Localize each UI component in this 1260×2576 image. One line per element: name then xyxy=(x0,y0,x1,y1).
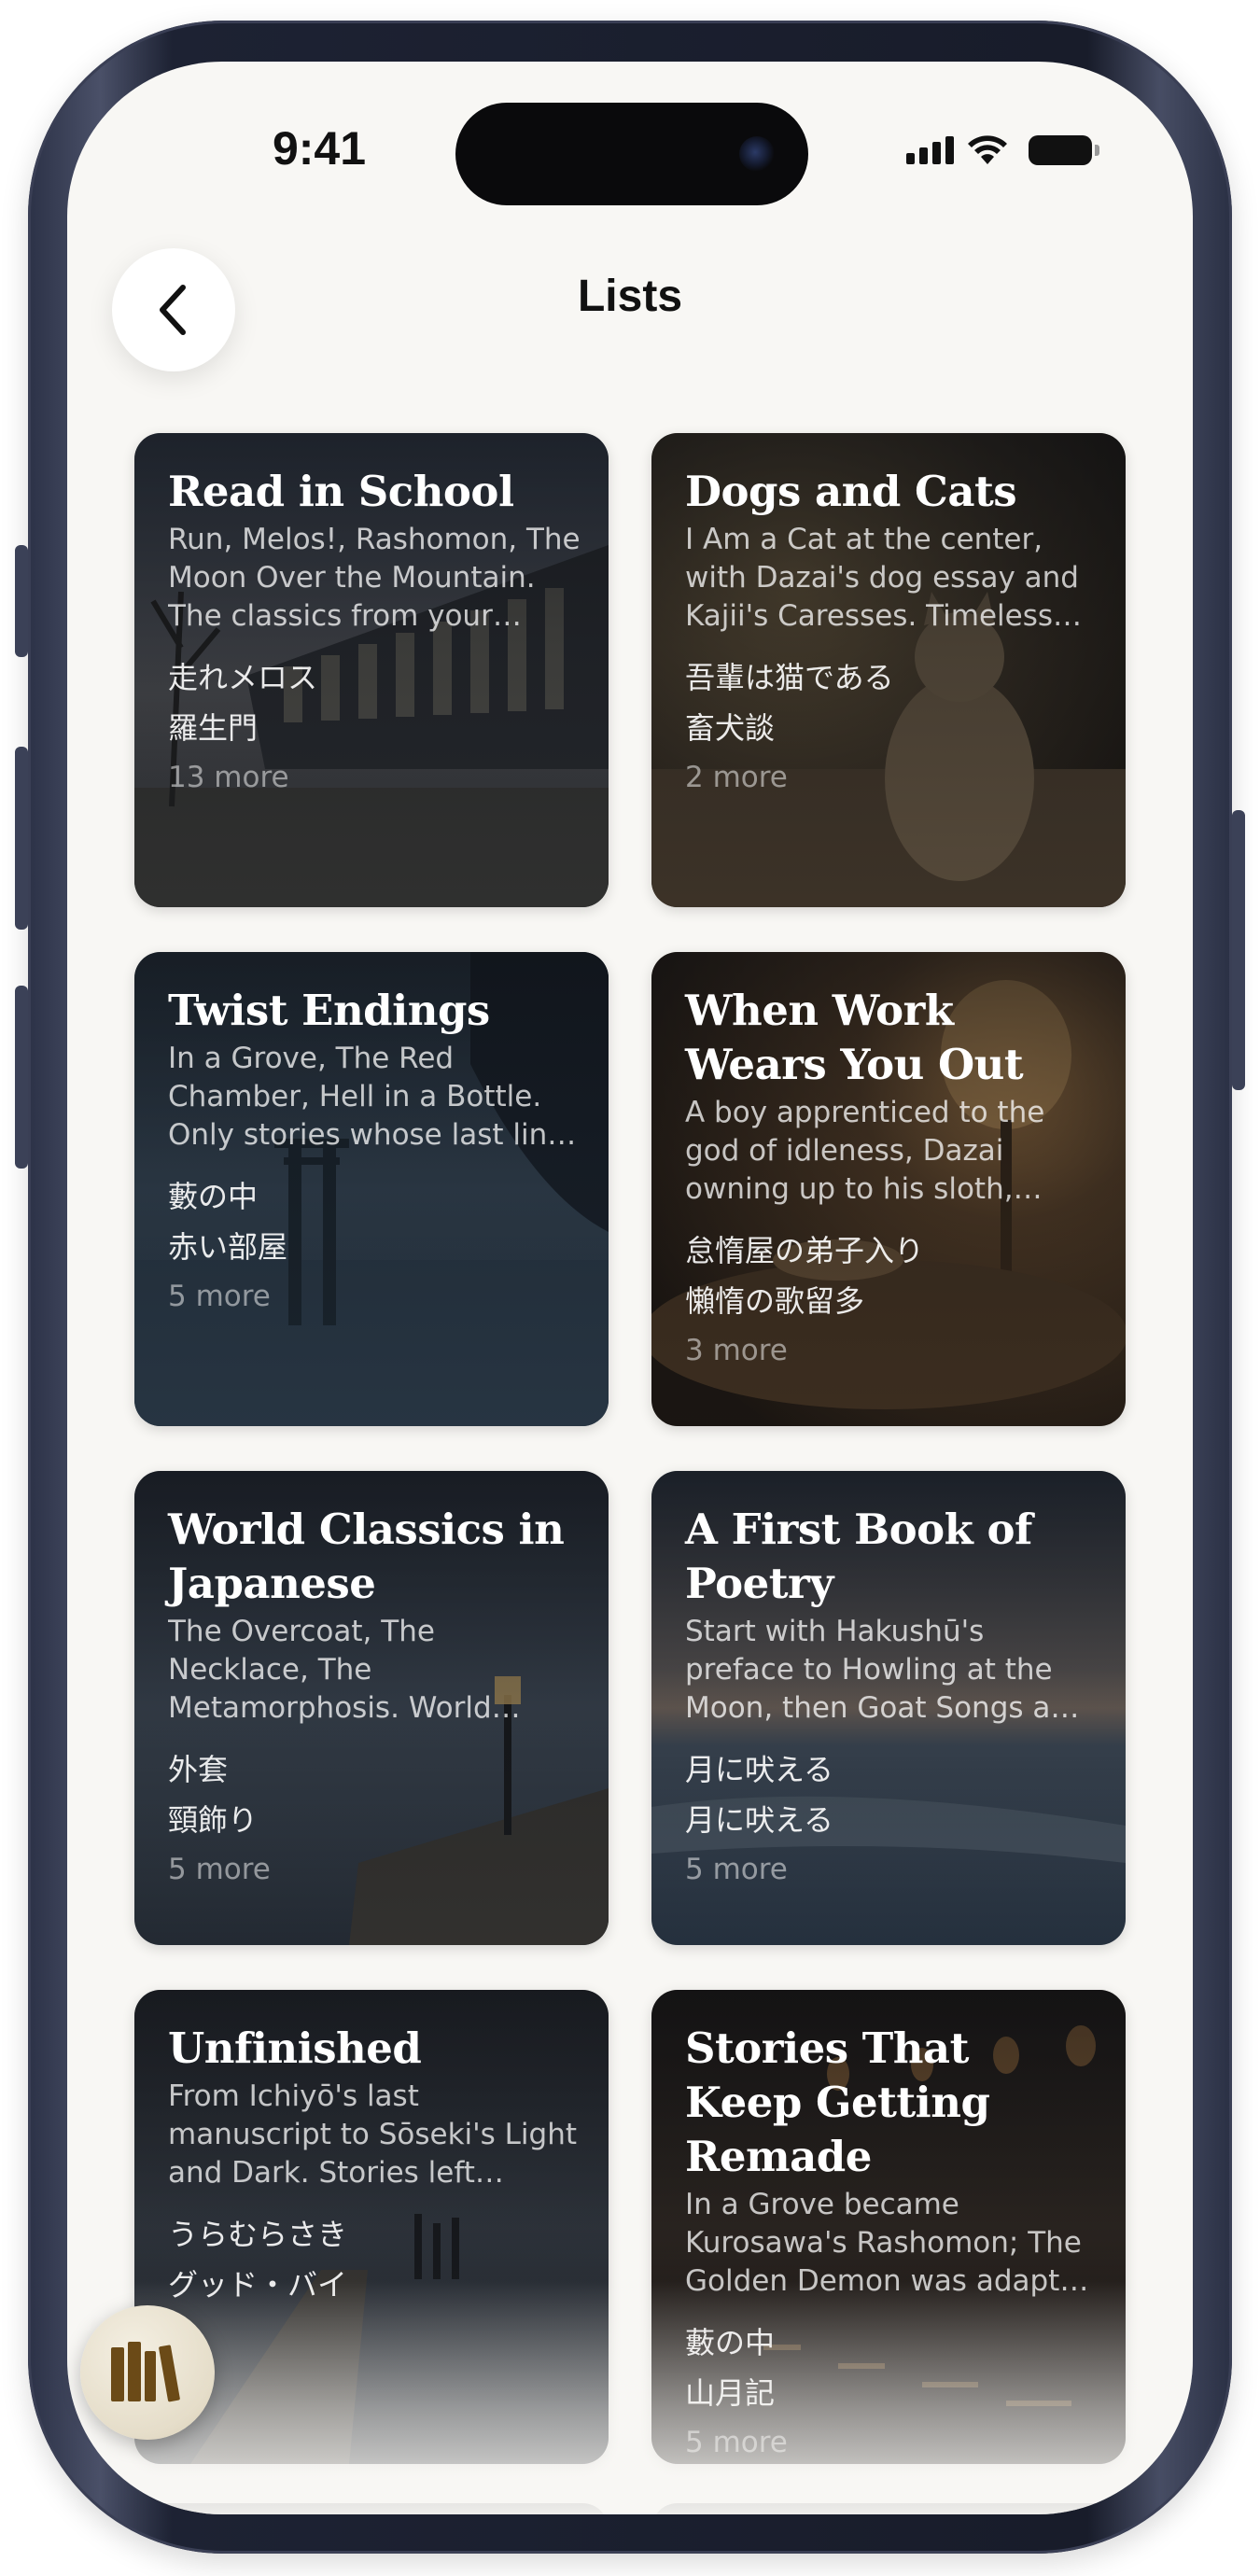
list-description: Start with Hakushū's preface to Howling … xyxy=(685,1615,1087,1725)
list-book: 月に吠える xyxy=(685,1752,834,1787)
list-book: 外套 xyxy=(168,1752,229,1787)
list-book: 怠惰屋の弟子入り xyxy=(685,1233,925,1268)
volume-down-button xyxy=(15,986,28,1169)
list-book: グッド・バイ xyxy=(168,2267,348,2303)
list-book: うらむらさき xyxy=(168,2217,348,2252)
wifi-icon xyxy=(968,135,1007,164)
volume-up-button xyxy=(15,747,28,930)
list-description: From Ichiyō's last manuscript to Sōseki'… xyxy=(168,2079,578,2190)
list-more-count: 3 more xyxy=(685,1334,788,1367)
battery-icon xyxy=(1029,135,1099,165)
list-description: Run, Melos!, Rashomon, The Moon Over the… xyxy=(168,523,581,633)
dynamic-island xyxy=(455,103,808,205)
front-camera xyxy=(739,136,775,172)
list-book: 山月記 xyxy=(685,2375,776,2411)
list-title: Twist Endings xyxy=(168,986,490,1035)
list-book: 藪の中 xyxy=(685,2325,776,2360)
action-button xyxy=(15,545,28,657)
status-time: 9:41 xyxy=(272,122,367,175)
page-title: Lists xyxy=(577,272,683,321)
signal-icon xyxy=(906,136,954,164)
list-book: 月に吠える xyxy=(685,1802,834,1838)
list-title: Stories That Keep Getting Remade xyxy=(685,2023,990,2181)
list-card-peek xyxy=(651,2503,1126,2514)
list-title: Dogs and Cats xyxy=(685,467,1017,516)
list-title: When Work Wears You Out xyxy=(685,986,1024,1089)
list-card-a-first-book-of-poetry[interactable]: A First Book of Poetry Start with Hakush… xyxy=(651,1471,1126,1945)
list-title: Read in School xyxy=(168,467,514,516)
power-button xyxy=(1232,810,1245,1090)
list-more-count: 5 more xyxy=(685,1853,788,1886)
list-card-twist-endings[interactable]: Twist Endings In a Grove, The Red Chambe… xyxy=(134,952,609,1426)
list-description: The Overcoat, The Necklace, The Metamorp… xyxy=(168,1615,492,1725)
list-title: A First Book of Poetry xyxy=(685,1505,1032,1608)
list-book: 藪の中 xyxy=(168,1179,259,1214)
list-more-count: 5 more xyxy=(168,1853,271,1886)
list-book: 懶惰の歌留多 xyxy=(685,1283,865,1319)
list-book: 赤い部屋 xyxy=(168,1229,288,1265)
list-more-count: 2 more xyxy=(685,761,788,794)
status-icons xyxy=(906,134,1099,166)
list-title: World Classics in Japanese xyxy=(168,1505,565,1608)
list-card-stories-that-keep-getting-remade[interactable]: Stories That Keep Getting Remade In a Gr… xyxy=(651,1990,1126,2464)
list-card-when-work-wears-you-out[interactable]: When Work Wears You Out A boy apprentice… xyxy=(651,952,1126,1426)
list-title: Unfinished xyxy=(168,2023,422,2073)
app-screen: 9:41 Lists Read in School Run, Melos!, R… xyxy=(67,62,1193,2514)
list-card-dogs-and-cats[interactable]: Dogs and Cats I Am a Cat at the center, … xyxy=(651,433,1126,907)
list-more-count: 13 more xyxy=(168,761,289,794)
list-book: 吾輩は猫である xyxy=(685,660,894,695)
list-more-count: 5 more xyxy=(685,2426,788,2459)
list-book: 羅生門 xyxy=(168,710,259,746)
library-button[interactable] xyxy=(80,2305,215,2440)
list-card-peek xyxy=(134,2503,609,2514)
list-description: In a Grove became Kurosawa's Rashomon; T… xyxy=(685,2188,1097,2298)
list-card-world-classics-in-japanese[interactable]: World Classics in Japanese The Overcoat,… xyxy=(134,1471,609,1945)
list-card-read-in-school[interactable]: Read in School Run, Melos!, Rashomon, Th… xyxy=(134,433,609,907)
list-description: A boy apprenticed to the god of idleness… xyxy=(685,1096,1045,1206)
list-description: In a Grove, The Red Chamber, Hell in a B… xyxy=(168,1042,566,1152)
list-book: 走れメロス xyxy=(168,660,318,695)
list-book: 畜犬談 xyxy=(685,710,776,746)
list-book: 頸飾り xyxy=(168,1802,259,1838)
books-icon xyxy=(111,2342,180,2402)
list-description: I Am a Cat at the center, with Dazai's d… xyxy=(685,523,1079,633)
list-more-count: 5 more xyxy=(168,1280,271,1313)
